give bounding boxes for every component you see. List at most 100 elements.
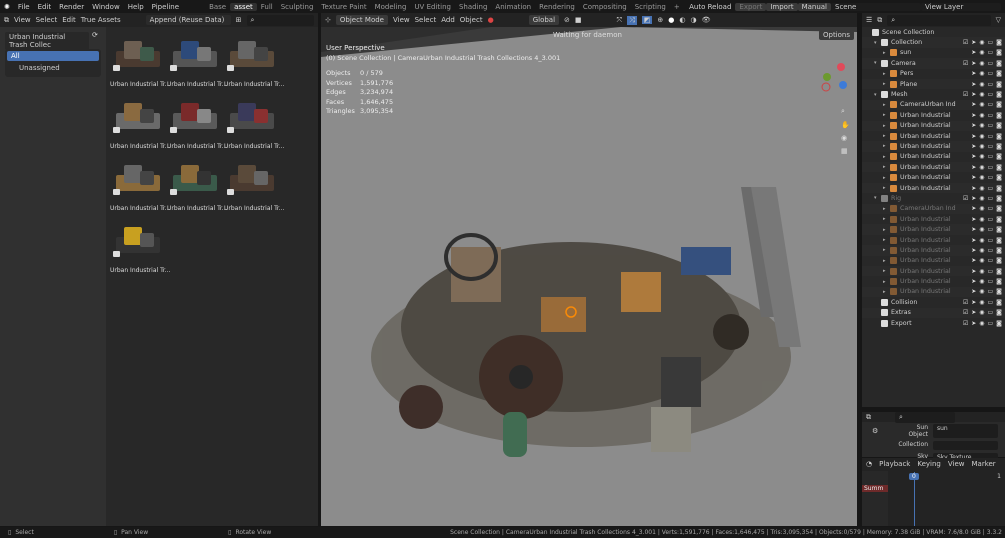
- viewport-disable-icon[interactable]: ▭: [988, 60, 994, 67]
- menu-select[interactable]: Select: [415, 16, 437, 24]
- viewport-disable-icon[interactable]: ▭: [988, 268, 994, 275]
- selectable-icon[interactable]: ➤: [971, 153, 976, 160]
- outliner-item[interactable]: ▸ Urban Industrial ➤ ◉ ▭ ◙: [862, 276, 1005, 286]
- outliner-item[interactable]: ▸ Urban Industrial ➤ ◉ ▭ ◙: [862, 152, 1005, 162]
- summary-channel[interactable]: Summ: [862, 485, 888, 492]
- eye-icon[interactable]: ◉: [979, 226, 984, 233]
- menu-playback[interactable]: Playback: [879, 460, 910, 468]
- sun-object-field[interactable]: sun: [933, 424, 998, 438]
- menu-keying[interactable]: Keying: [917, 460, 941, 468]
- workspace-tab-animation[interactable]: Animation: [491, 3, 535, 11]
- outliner-item[interactable]: ▸ Urban Industrial ➤ ◉ ▭ ◙: [862, 182, 1005, 194]
- render-camera-icon[interactable]: ◙: [996, 257, 1002, 264]
- import-method-dropdown[interactable]: Append (Reuse Data): [145, 15, 231, 25]
- asset-tile[interactable]: Urban Industrial Tr...: [167, 31, 228, 88]
- expand-toggle-icon[interactable]: ▸: [883, 268, 890, 274]
- render-camera-icon[interactable]: ◙: [996, 237, 1002, 244]
- outliner-item[interactable]: ▾ Collection ☑ ➤ ◉ ▭ ◙: [862, 37, 1005, 48]
- outliner-item[interactable]: ▾ Mesh ☑ ➤ ◉ ▭ ◙: [862, 89, 1005, 99]
- selectable-icon[interactable]: ➤: [971, 257, 976, 264]
- selectable-icon[interactable]: ➤: [971, 133, 976, 140]
- outliner-item[interactable]: ▸ Urban Industrial ➤ ◉ ▭ ◙: [862, 245, 1005, 256]
- expand-toggle-icon[interactable]: ▸: [883, 81, 890, 87]
- exclude-checkbox[interactable]: ☑: [963, 309, 968, 316]
- eye-icon[interactable]: ◉: [979, 195, 984, 202]
- eye-icon[interactable]: ◉: [979, 153, 984, 160]
- workspace-tab-sculpting[interactable]: Sculpting: [277, 3, 318, 11]
- expand-toggle-icon[interactable]: ▸: [883, 289, 890, 295]
- selectable-icon[interactable]: ➤: [971, 299, 976, 306]
- expand-toggle-icon[interactable]: ▸: [883, 175, 890, 181]
- eye-icon[interactable]: ◉: [979, 112, 984, 119]
- exclude-checkbox[interactable]: ☑: [963, 91, 968, 98]
- viewport-disable-icon[interactable]: ▭: [988, 288, 994, 295]
- outliner-item[interactable]: ▸ Plane ➤ ◉ ▭ ◙: [862, 78, 1005, 90]
- workspace-tab-shading[interactable]: Shading: [455, 3, 491, 11]
- shading-solid-icon[interactable]: ●: [668, 16, 674, 24]
- expand-toggle-icon[interactable]: ▾: [874, 195, 881, 201]
- render-camera-icon[interactable]: ◙: [996, 39, 1002, 46]
- render-camera-icon[interactable]: ◙: [996, 320, 1002, 327]
- menu-view[interactable]: View: [14, 16, 31, 24]
- eye-icon[interactable]: ◉: [979, 185, 984, 192]
- expand-toggle-icon[interactable]: ▸: [883, 112, 890, 118]
- catalog-all[interactable]: All: [7, 51, 99, 61]
- selectable-icon[interactable]: ➤: [971, 60, 976, 67]
- menu-marker[interactable]: Marker: [971, 460, 995, 468]
- viewport-disable-icon[interactable]: ▭: [988, 299, 994, 306]
- workspace-tab--[interactable]: +: [670, 3, 684, 11]
- viewport-disable-icon[interactable]: ▭: [988, 91, 994, 98]
- expand-toggle-icon[interactable]: ▸: [883, 216, 890, 222]
- expand-toggle-icon[interactable]: ▸: [883, 164, 890, 170]
- shading-material-icon[interactable]: ◐: [679, 16, 685, 24]
- eye-icon[interactable]: ◉: [979, 216, 984, 223]
- exclude-checkbox[interactable]: ☑: [963, 195, 968, 202]
- options-button[interactable]: Options: [818, 30, 854, 40]
- expand-toggle-icon[interactable]: ▸: [883, 237, 890, 243]
- exclude-checkbox[interactable]: ☑: [963, 60, 968, 67]
- outliner-item[interactable]: ▸ Urban Industrial ➤ ◉ ▭ ◙: [862, 172, 1005, 182]
- workspace-tab-asset[interactable]: asset: [230, 2, 257, 11]
- render-camera-icon[interactable]: ◙: [996, 226, 1002, 233]
- selectable-icon[interactable]: ➤: [971, 91, 976, 98]
- import-button[interactable]: Import: [766, 2, 798, 11]
- expand-toggle-icon[interactable]: ▸: [883, 50, 890, 56]
- collection-field[interactable]: [933, 441, 998, 450]
- render-camera-icon[interactable]: ◙: [996, 164, 1002, 171]
- outliner-item[interactable]: ▾ Rig ☑ ➤ ◉ ▭ ◙: [862, 193, 1005, 203]
- selectable-icon[interactable]: ➤: [971, 39, 976, 46]
- render-camera-icon[interactable]: ◙: [996, 195, 1002, 202]
- editor-type-icon[interactable]: ◔: [866, 460, 872, 468]
- selectable-icon[interactable]: ➤: [971, 309, 976, 316]
- selectable-icon[interactable]: ➤: [971, 216, 976, 223]
- outliner-item[interactable]: ▸ Urban Industrial ➤ ◉ ▭ ◙: [862, 214, 1005, 224]
- eye-icon[interactable]: ◉: [979, 81, 984, 88]
- outliner-item[interactable]: ▸ CameraUrban Ind ➤ ◉ ▭ ◙: [862, 203, 1005, 215]
- viewport-disable-icon[interactable]: ▭: [988, 237, 994, 244]
- outliner-item[interactable]: Export ☑ ➤ ◉ ▭ ◙: [862, 318, 1005, 328]
- viewport-disable-icon[interactable]: ▭: [988, 185, 994, 192]
- editor-type-icon[interactable]: ⊹: [325, 16, 331, 24]
- selectable-icon[interactable]: ➤: [971, 122, 976, 129]
- render-camera-icon[interactable]: ◙: [996, 122, 1002, 129]
- selectable-icon[interactable]: ➤: [971, 278, 976, 285]
- viewport-disable-icon[interactable]: ▭: [988, 143, 994, 150]
- eye-icon[interactable]: ◉: [979, 320, 984, 327]
- selectable-icon[interactable]: ➤: [971, 70, 976, 77]
- export-button[interactable]: Export: [735, 2, 767, 11]
- expand-toggle-icon[interactable]: ▸: [883, 102, 890, 108]
- outliner-item[interactable]: ▸ Urban Industrial ➤ ◉ ▭ ◙: [862, 265, 1005, 277]
- selectable-icon[interactable]: ➤: [971, 101, 976, 108]
- selectable-icon[interactable]: ➤: [971, 320, 976, 327]
- eye-icon[interactable]: ◉: [979, 143, 984, 150]
- eye-icon[interactable]: ◉: [979, 309, 984, 316]
- viewport-disable-icon[interactable]: ▭: [988, 164, 994, 171]
- expand-toggle-icon[interactable]: ▾: [874, 60, 881, 66]
- render-camera-icon[interactable]: ◙: [996, 205, 1002, 212]
- eye-icon[interactable]: ◉: [979, 70, 984, 77]
- viewport-disable-icon[interactable]: ▭: [988, 278, 994, 285]
- expand-toggle-icon[interactable]: ▸: [883, 247, 890, 253]
- workspace-tab-compositing[interactable]: Compositing: [579, 3, 631, 11]
- menu-pipeline[interactable]: Pipeline: [148, 3, 183, 11]
- viewport-disable-icon[interactable]: ▭: [988, 49, 994, 56]
